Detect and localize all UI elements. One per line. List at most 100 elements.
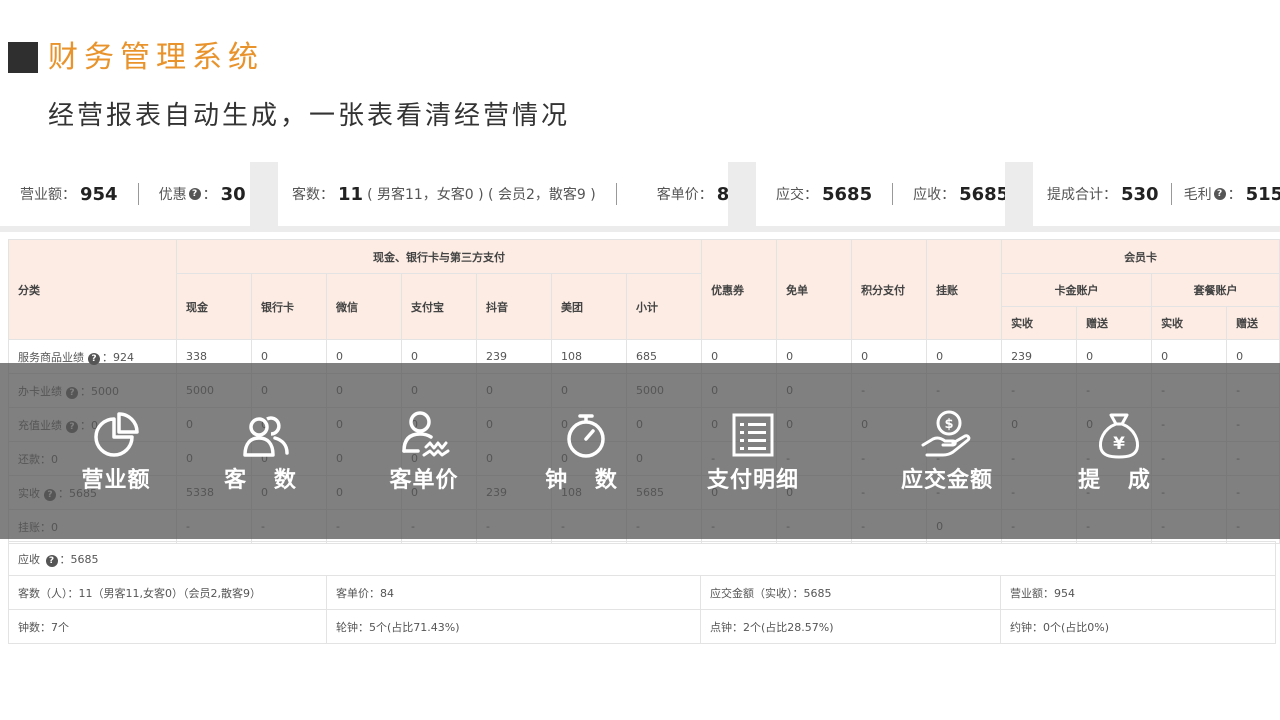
hand-coin-icon: $ bbox=[921, 410, 971, 457]
stat-avg-price-label: 客单价： bbox=[656, 187, 713, 203]
stat-gross-value: 5155 bbox=[1245, 183, 1280, 205]
stat-discount-value: 30 bbox=[220, 183, 246, 205]
row-label-text: 服务商品业绩 bbox=[18, 350, 84, 364]
header-meituan: 美团 bbox=[551, 273, 627, 340]
svg-text:¥: ¥ bbox=[1113, 434, 1125, 454]
stats-gap bbox=[1005, 162, 1033, 226]
header-package-account: 套餐账户 bbox=[1151, 273, 1280, 307]
header-package-gift: 赠送 bbox=[1226, 306, 1280, 340]
header-free: 免单 bbox=[776, 239, 853, 340]
help-icon[interactable]: ? bbox=[45, 554, 58, 567]
divider bbox=[137, 183, 139, 205]
stat-revenue-label: 营业额： bbox=[20, 187, 76, 203]
feature-avg-price-label: 客单价 bbox=[389, 468, 459, 493]
stats-group-revenue: 营业额： 954 优惠 ? ： 30 bbox=[20, 162, 246, 226]
header-card-account: 卡金账户 bbox=[1001, 273, 1153, 307]
header-category: 分类 bbox=[8, 239, 177, 340]
header-bank-card: 银行卡 bbox=[251, 273, 327, 340]
stat-guests: 客数： 11 ( 男客11，女客0 ) ( 会员2，散客9 ) bbox=[292, 184, 596, 205]
header-coupon: 优惠券 bbox=[701, 239, 778, 340]
feature-commission-label: 提 成 bbox=[1078, 468, 1160, 493]
summary-receivable-label: 应收 bbox=[18, 552, 40, 566]
summary-pick: 点钟：2个(占比28.57%) bbox=[700, 609, 1001, 644]
feature-clocks-label: 钟 数 bbox=[545, 468, 627, 493]
feature-payment-detail[interactable]: 支付明细 bbox=[673, 363, 833, 539]
stat-receivable-label: 应收： bbox=[913, 187, 956, 203]
stat-commission: 提成合计： 530 bbox=[1047, 184, 1159, 205]
row-label-value: ：924 bbox=[102, 350, 134, 364]
feature-avg-price[interactable]: 客单价 bbox=[344, 363, 504, 539]
header-card-gift: 赠送 bbox=[1076, 306, 1153, 340]
header-douyin: 抖音 bbox=[476, 273, 552, 340]
stat-gross: 毛利 ? ： 5155 bbox=[1184, 184, 1280, 205]
feature-payable-amount[interactable]: $ 应交金额 bbox=[867, 363, 1027, 539]
summary-appointment: 约钟：0个(占比0%) bbox=[1000, 609, 1276, 644]
feature-clocks[interactable]: 钟 数 bbox=[506, 363, 666, 539]
feature-overlay: 营业额 客 数 客单价 钟 数 支付明细 $ 应交金额 ¥ 提 成 bbox=[0, 363, 1280, 539]
header-alipay: 支付宝 bbox=[401, 273, 477, 340]
header-credit: 挂账 bbox=[926, 239, 1003, 340]
stat-revenue-value: 954 bbox=[80, 183, 118, 205]
feature-payable-amount-label: 应交金额 bbox=[900, 468, 993, 493]
stat-commission-value: 530 bbox=[1121, 183, 1159, 205]
feature-commission[interactable]: ¥ 提 成 bbox=[1039, 363, 1199, 539]
stats-gap bbox=[728, 162, 756, 226]
header-cash: 现金 bbox=[176, 273, 252, 340]
stat-discount-label: 优惠 bbox=[158, 187, 187, 203]
stat-revenue: 营业额： 954 bbox=[20, 184, 118, 205]
summary-receivable: 应收 ? ：5685 bbox=[8, 541, 1276, 576]
stat-payable-value: 5685 bbox=[822, 183, 873, 205]
stat-gross-label: 毛利 bbox=[1183, 187, 1212, 203]
summary-avg-price: 客单价：84 bbox=[326, 575, 701, 610]
stopwatch-icon bbox=[567, 414, 605, 458]
divider bbox=[1170, 183, 1172, 205]
summary-guests: 客数（人）：11（男客11,女客0）（会员2,散客9） bbox=[8, 575, 327, 610]
stats-gap bbox=[250, 162, 278, 226]
list-document-icon bbox=[732, 413, 774, 457]
feature-guests-label: 客 数 bbox=[224, 468, 306, 493]
page-subtitle: 经营报表自动生成，一张表看清经营情况 bbox=[48, 101, 571, 131]
feature-revenue-label: 营业额 bbox=[81, 468, 151, 493]
stat-guests-detail: ( 男客11，女客0 ) ( 会员2，散客9 ) bbox=[367, 187, 596, 203]
summary-payable-actual: 应交金额（实收）：5685 bbox=[700, 575, 1001, 610]
summary-revenue: 营业额：954 bbox=[1000, 575, 1276, 610]
stat-discount: 优惠 ? ： 30 bbox=[159, 184, 246, 205]
stat-payable-label: 应交： bbox=[776, 187, 818, 203]
stats-divider-band bbox=[0, 226, 1280, 232]
help-icon[interactable]: ? bbox=[1213, 188, 1226, 200]
summary-table: 应收 ? ：5685 客数（人）：11（男客11,女客0）（会员2,散客9） 客单… bbox=[8, 541, 1276, 644]
stats-bar: 营业额： 954 优惠 ? ： 30 客数： 11 ( 男客11，女客0 ) (… bbox=[8, 162, 1280, 226]
summary-receivable-value: ：5685 bbox=[59, 552, 99, 566]
header-card-actual: 实收 bbox=[1001, 306, 1078, 340]
stats-group-commission: 提成合计： 530 毛利 ? ： 5155 bbox=[1047, 162, 1280, 226]
stat-gross-colon: ： bbox=[1227, 187, 1242, 203]
stat-guests-value: 11 bbox=[338, 183, 364, 205]
stat-guests-label: 客数： bbox=[292, 187, 334, 203]
feature-guests[interactable]: 客 数 bbox=[185, 363, 345, 539]
stats-group-payable: 应交： 5685 应收： 5685 bbox=[776, 162, 1009, 226]
summary-clocks: 钟数：7个 bbox=[8, 609, 327, 644]
header-package-actual: 实收 bbox=[1151, 306, 1228, 340]
stat-receivable: 应收： 5685 bbox=[913, 184, 1009, 205]
user-signature-icon bbox=[402, 411, 450, 457]
stat-discount-colon: ： bbox=[202, 187, 217, 203]
divider bbox=[892, 183, 894, 205]
feature-revenue[interactable]: 营业额 bbox=[36, 363, 196, 539]
header-group-member: 会员卡 bbox=[1001, 239, 1280, 274]
money-bag-icon: ¥ bbox=[1099, 413, 1139, 459]
header-points: 积分支付 bbox=[851, 239, 928, 340]
header-group-cash: 现金、银行卡与第三方支付 bbox=[175, 239, 703, 274]
divider bbox=[615, 183, 617, 205]
feature-payment-detail-label: 支付明细 bbox=[706, 468, 799, 493]
svg-text:$: $ bbox=[944, 417, 953, 432]
page-title: 财务管理系统 bbox=[48, 40, 264, 75]
stat-commission-label: 提成合计： bbox=[1047, 187, 1117, 203]
stat-receivable-value: 5685 bbox=[959, 183, 1010, 205]
header-subtotal: 小计 bbox=[625, 273, 703, 340]
title-marker bbox=[8, 42, 38, 73]
stat-payable: 应交： 5685 bbox=[776, 184, 872, 205]
summary-rotation: 轮钟：5个(占比71.43%) bbox=[326, 609, 701, 644]
help-icon[interactable]: ? bbox=[188, 188, 201, 200]
pie-chart-icon bbox=[94, 412, 139, 457]
users-icon bbox=[243, 416, 289, 457]
